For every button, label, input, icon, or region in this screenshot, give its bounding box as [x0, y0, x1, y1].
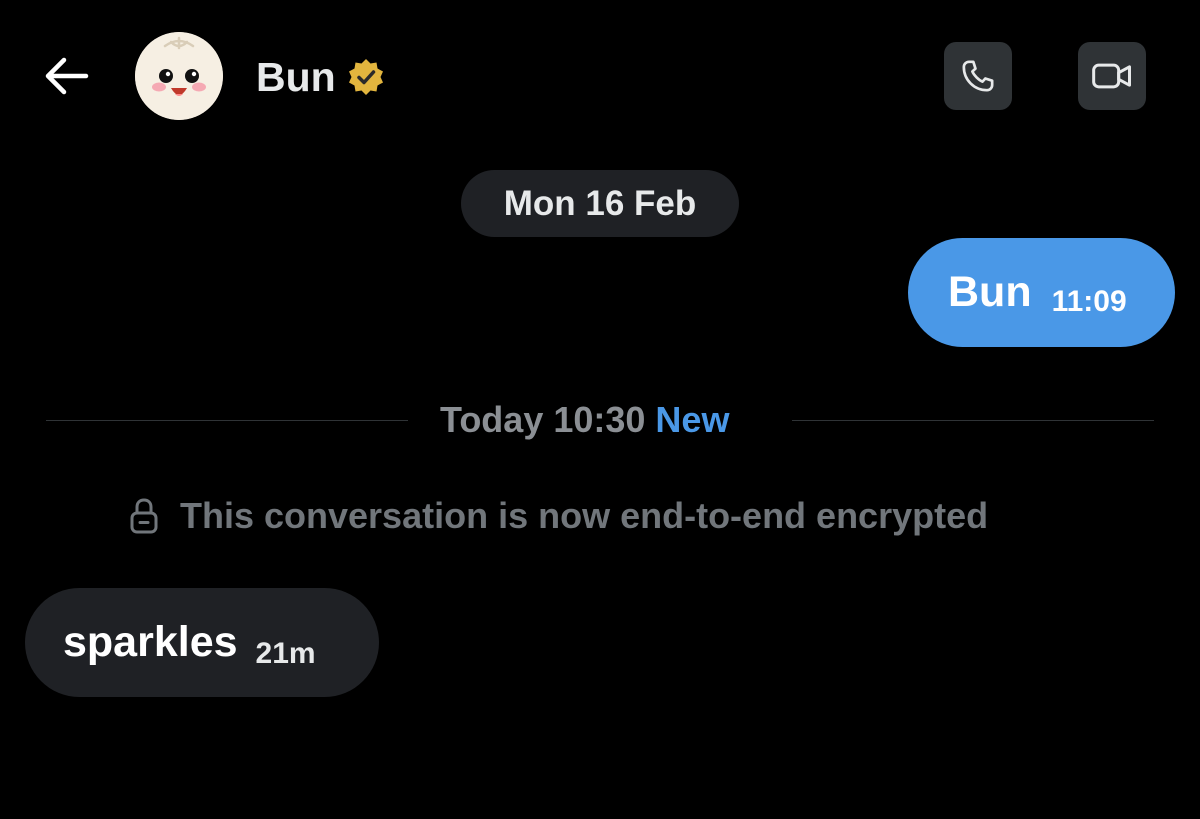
lock-icon — [130, 498, 158, 534]
contact-name: Bun — [256, 53, 336, 100]
video-camera-icon — [1092, 63, 1131, 89]
voice-call-button[interactable] — [944, 42, 1012, 110]
contact-name-row[interactable]: Bun — [256, 52, 386, 102]
date-separator-label: Mon 16 Feb — [503, 183, 697, 223]
divider-line-left — [46, 420, 408, 421]
message-time: 21m — [255, 636, 316, 670]
encryption-text: This conversation is now end-to-end encr… — [180, 495, 989, 536]
chat-screen: Bun Mon 16 Feb Bun 11:09 Today 10:30 New — [0, 0, 1200, 819]
bun-avatar-icon — [135, 32, 223, 120]
new-badge: New — [655, 399, 730, 440]
divider-time: Today 10:30 — [440, 399, 646, 440]
message-time: 11:09 — [1051, 284, 1127, 318]
message-text: Bun — [948, 268, 1032, 316]
avatar[interactable] — [135, 32, 223, 120]
verified-badge-icon — [348, 59, 383, 95]
video-call-button[interactable] — [1078, 42, 1146, 110]
divider-line-right — [792, 420, 1154, 421]
message-text: sparkles — [63, 618, 238, 666]
encryption-notice: This conversation is now end-to-end encr… — [126, 494, 988, 538]
received-message-bubble[interactable]: sparkles 21m — [25, 588, 379, 697]
arrow-left-icon — [45, 57, 89, 95]
date-separator: Mon 16 Feb — [461, 170, 739, 237]
new-messages-divider: Today 10:30 New — [440, 398, 729, 442]
phone-icon — [962, 60, 994, 92]
sent-message-bubble[interactable]: Bun 11:09 — [908, 238, 1175, 347]
back-button[interactable] — [38, 52, 94, 100]
